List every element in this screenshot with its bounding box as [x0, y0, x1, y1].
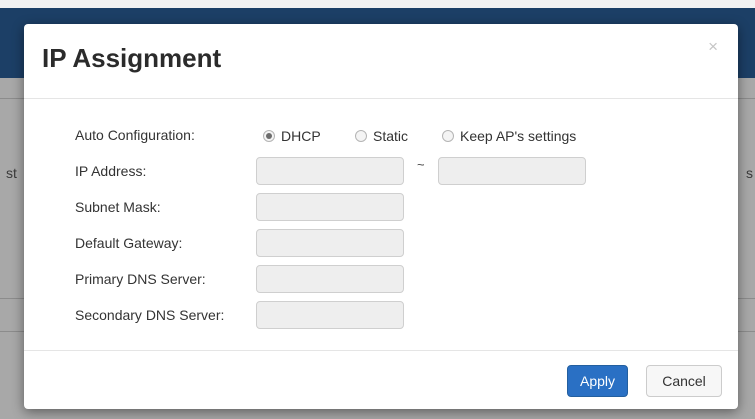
- dialog-title: IP Assignment: [42, 43, 222, 73]
- dialog-header: IP Assignment ×: [24, 24, 738, 99]
- apply-button[interactable]: Apply: [567, 365, 628, 397]
- secondary-dns-label: Secondary DNS Server:: [75, 307, 225, 323]
- radio-dhcp-indicator[interactable]: [263, 130, 275, 142]
- cancel-button[interactable]: Cancel: [646, 365, 722, 397]
- radio-dhcp-label: DHCP: [281, 128, 321, 144]
- radio-static[interactable]: Static: [355, 128, 408, 144]
- ip-address-start-input[interactable]: [256, 157, 404, 185]
- ip-address-end-input[interactable]: [438, 157, 586, 185]
- ip-range-separator: ~: [417, 157, 425, 172]
- default-gateway-label: Default Gateway:: [75, 235, 183, 251]
- secondary-dns-input[interactable]: [256, 301, 404, 329]
- background-top-strip: [0, 0, 755, 8]
- radio-static-label: Static: [373, 128, 409, 144]
- subnet-mask-input[interactable]: [256, 193, 404, 221]
- background-text-right: s: [746, 165, 753, 181]
- radio-keep-ap-settings-label: Keep AP's settings: [460, 128, 577, 144]
- subnet-mask-label: Subnet Mask:: [75, 199, 161, 215]
- auto-configuration-label: Auto Configuration:: [75, 127, 195, 143]
- radio-keep-ap-settings[interactable]: Keep AP's settings: [442, 128, 576, 144]
- radio-keep-ap-settings-indicator[interactable]: [442, 130, 454, 142]
- default-gateway-input[interactable]: [256, 229, 404, 257]
- radio-dhcp[interactable]: DHCP: [263, 128, 321, 144]
- ip-address-label: IP Address:: [75, 163, 147, 179]
- dialog-footer: Apply Cancel: [24, 350, 738, 409]
- dialog-body: Auto Configuration: DHCP Static Keep AP'…: [24, 99, 738, 351]
- radio-static-indicator[interactable]: [355, 130, 367, 142]
- ip-assignment-dialog: IP Assignment × Auto Configuration: DHCP…: [24, 24, 738, 409]
- background-text-left: st: [6, 165, 17, 181]
- primary-dns-label: Primary DNS Server:: [75, 271, 206, 287]
- primary-dns-input[interactable]: [256, 265, 404, 293]
- close-icon[interactable]: ×: [708, 38, 718, 55]
